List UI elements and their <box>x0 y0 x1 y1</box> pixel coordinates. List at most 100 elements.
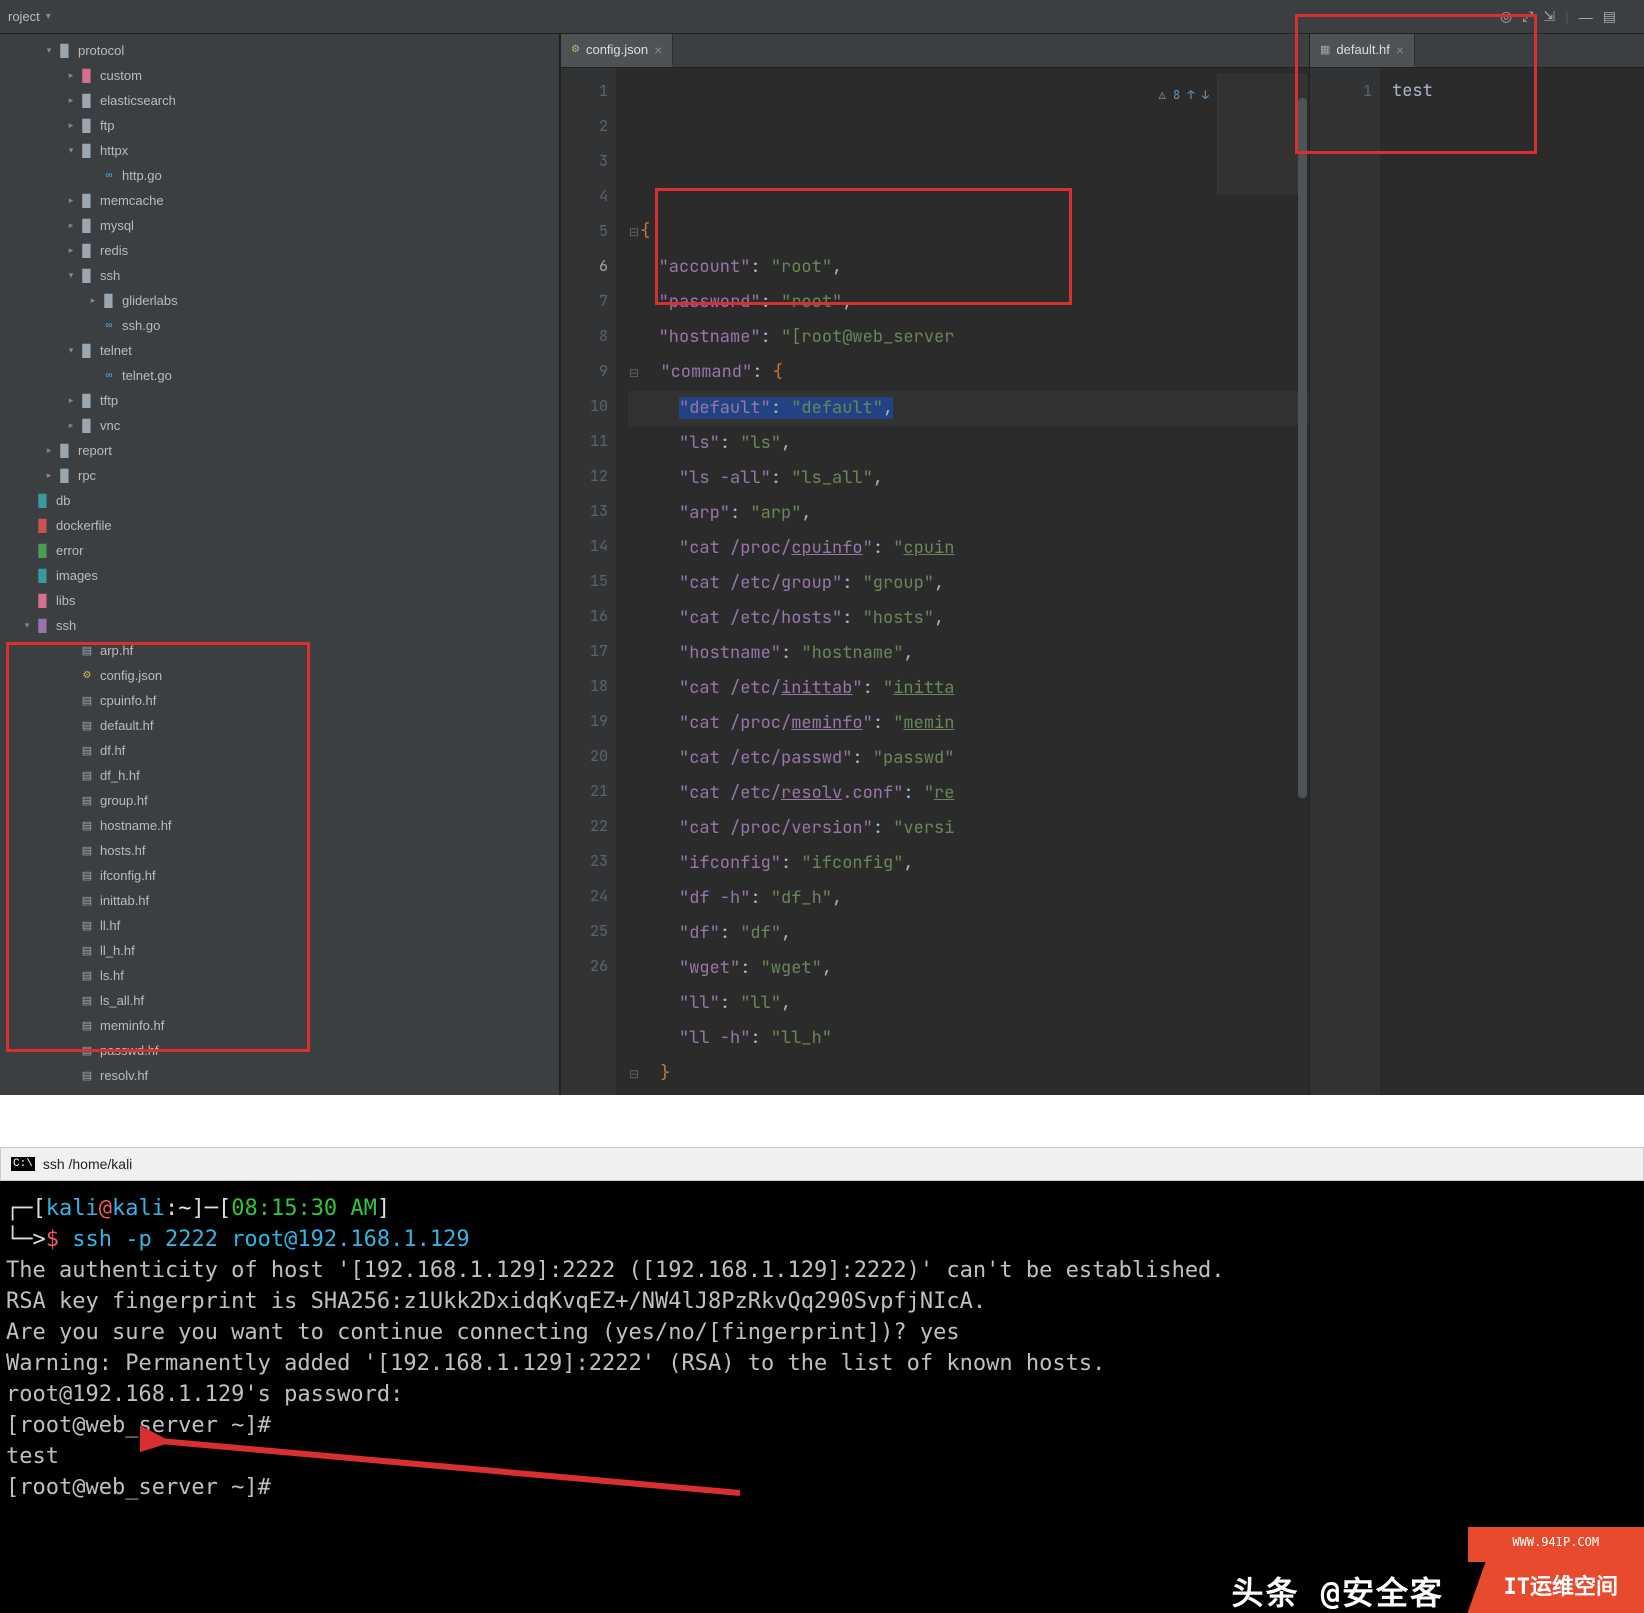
tree-arrow-icon[interactable]: ▾ <box>64 270 78 281</box>
tree-item-hostname-hf[interactable]: ▤hostname.hf <box>0 813 559 838</box>
tree-item-ll-hf[interactable]: ▤ll.hf <box>0 913 559 938</box>
tree-arrow-icon[interactable]: ▸ <box>64 245 78 256</box>
code-left[interactable]: ⚠ 8 ↑ ↓ ⊟{ "account": "root", "password"… <box>616 68 1309 1095</box>
tree-arrow-icon[interactable]: ▸ <box>64 95 78 106</box>
tree-item-db[interactable]: ▉db <box>0 488 559 513</box>
code-line-12[interactable]: "cat /etc/hosts": "hosts", <box>628 601 1309 636</box>
code-right[interactable]: test <box>1380 68 1644 1095</box>
tree-arrow-icon[interactable]: ▸ <box>64 420 78 431</box>
tree-item-passwd-hf[interactable]: ▤passwd.hf <box>0 1038 559 1063</box>
tree-item-tftp[interactable]: ▸▉tftp <box>0 388 559 413</box>
tree-item-df_h-hf[interactable]: ▤df_h.hf <box>0 763 559 788</box>
code-line-9[interactable]: "arp": "arp", <box>628 496 1309 531</box>
code-line-6[interactable]: "default": "default", <box>628 391 1309 426</box>
code-line-2[interactable]: "account": "root", <box>628 250 1309 285</box>
tree-item-group-hf[interactable]: ▤group.hf <box>0 788 559 813</box>
tree-arrow-icon[interactable]: ▸ <box>42 445 56 456</box>
tree-item-ls-hf[interactable]: ▤ls.hf <box>0 963 559 988</box>
tree-arrow-icon[interactable]: ▸ <box>86 295 100 306</box>
close-icon[interactable]: × <box>1396 42 1404 58</box>
code-line-24[interactable]: "ll -h": "ll_h" <box>628 1021 1309 1056</box>
tree-arrow-icon[interactable]: ▾ <box>42 45 56 56</box>
tree-item-meminfo-hf[interactable]: ▤meminfo.hf <box>0 1013 559 1038</box>
tree-item-arp-hf[interactable]: ▤arp.hf <box>0 638 559 663</box>
code-line-13[interactable]: "hostname": "hostname", <box>628 636 1309 671</box>
expand-icon[interactable]: ⤢ <box>1522 8 1533 25</box>
project-dropdown-label[interactable]: roject <box>8 9 40 24</box>
tree-item-dockerfile[interactable]: ▉dockerfile <box>0 513 559 538</box>
tree-item-hosts-hf[interactable]: ▤hosts.hf <box>0 838 559 863</box>
inspection-hint[interactable]: ⚠ 8 ↑ ↓ <box>1159 78 1209 113</box>
code-line-8[interactable]: "ls -all": "ls_all", <box>628 461 1309 496</box>
code-line-22[interactable]: "wget": "wget", <box>628 951 1309 986</box>
scrollbar-thumb[interactable] <box>1298 98 1307 798</box>
tree-arrow-icon[interactable]: ▸ <box>64 120 78 131</box>
tree-item-config-json[interactable]: ⚙config.json <box>0 663 559 688</box>
tree-item-error[interactable]: ▉error <box>0 538 559 563</box>
minimize-icon[interactable]: — <box>1579 9 1593 25</box>
tree-item-mysql[interactable]: ▸▉mysql <box>0 213 559 238</box>
tree-arrow-icon[interactable]: ▸ <box>64 395 78 406</box>
editor-content-left[interactable]: 1234567891011121314151617181920212223242… <box>561 68 1309 1095</box>
tree-item-telnet[interactable]: ▾▉telnet <box>0 338 559 363</box>
code-line-21[interactable]: "df": "df", <box>628 916 1309 951</box>
tree-item-ssh-go[interactable]: ∞ssh.go <box>0 313 559 338</box>
tree-item-redis[interactable]: ▸▉redis <box>0 238 559 263</box>
tree-item-ll_h-hf[interactable]: ▤ll_h.hf <box>0 938 559 963</box>
project-tree[interactable]: ▾▉protocol▸▉custom▸▉elasticsearch▸▉ftp▾▉… <box>0 34 560 1095</box>
code-line-7[interactable]: "ls": "ls", <box>628 426 1309 461</box>
code-line-17[interactable]: "cat /etc/resolv.conf": "re <box>628 776 1309 811</box>
project-dropdown-arrow[interactable]: ▾ <box>46 11 51 22</box>
tree-arrow-icon[interactable]: ▾ <box>64 145 78 156</box>
tree-item-ssh[interactable]: ▾▉ssh <box>0 613 559 638</box>
tree-item-elasticsearch[interactable]: ▸▉elasticsearch <box>0 88 559 113</box>
code-line-5[interactable]: ⊟ "command": { <box>628 355 1309 391</box>
tree-item-httpx[interactable]: ▾▉httpx <box>0 138 559 163</box>
tab-default-hf[interactable]: ▦ default.hf × <box>1310 34 1415 67</box>
tree-arrow-icon[interactable]: ▸ <box>64 70 78 81</box>
minimap[interactable] <box>1217 74 1307 194</box>
hide-icon[interactable]: ▤ <box>1603 8 1616 25</box>
code-line-14[interactable]: "cat /etc/inittab": "initta <box>628 671 1309 706</box>
code-line-1[interactable]: ⊟{ <box>628 214 1309 250</box>
tree-item-libs[interactable]: ▉libs <box>0 588 559 613</box>
code-line-18[interactable]: "cat /proc/version": "versi <box>628 811 1309 846</box>
tree-item-vnc[interactable]: ▸▉vnc <box>0 413 559 438</box>
code-line-4[interactable]: "hostname": "[root@web_server <box>628 320 1309 355</box>
code-line-20[interactable]: "df -h": "df_h", <box>628 881 1309 916</box>
tab-config-json[interactable]: ⚙ config.json × <box>561 34 673 67</box>
tree-item-memcache[interactable]: ▸▉memcache <box>0 188 559 213</box>
tree-item-telnet-go[interactable]: ∞telnet.go <box>0 363 559 388</box>
terminal-body[interactable]: ┌─[kali@kali:~]─[08:15:30 AM]└─>$ ssh -p… <box>0 1181 1644 1613</box>
tree-arrow-icon[interactable]: ▸ <box>64 220 78 231</box>
code-line-26[interactable]: ⊟} <box>628 1092 1309 1095</box>
tree-item-custom[interactable]: ▸▉custom <box>0 63 559 88</box>
tree-item-ftp[interactable]: ▸▉ftp <box>0 113 559 138</box>
collapse-icon[interactable]: ⇲ <box>1543 8 1555 25</box>
tree-item-rpc[interactable]: ▸▉rpc <box>0 463 559 488</box>
tree-arrow-icon[interactable]: ▸ <box>64 195 78 206</box>
code-line-3[interactable]: "password": "root", <box>628 285 1309 320</box>
tree-item-cpuinfo-hf[interactable]: ▤cpuinfo.hf <box>0 688 559 713</box>
tree-item-ls_all-hf[interactable]: ▤ls_all.hf <box>0 988 559 1013</box>
tree-arrow-icon[interactable]: ▾ <box>64 345 78 356</box>
editor-content-right[interactable]: 1 test <box>1310 68 1644 1095</box>
tree-item-images[interactable]: ▉images <box>0 563 559 588</box>
target-icon[interactable]: ◎ <box>1500 8 1512 25</box>
code-line-25[interactable]: ⊟ } <box>628 1056 1309 1092</box>
tree-arrow-icon[interactable]: ▾ <box>20 620 34 631</box>
tree-item-resolv-hf[interactable]: ▤resolv.hf <box>0 1063 559 1088</box>
tree-item-default-hf[interactable]: ▤default.hf <box>0 713 559 738</box>
close-icon[interactable]: × <box>654 42 662 58</box>
tree-item-http-go[interactable]: ∞http.go <box>0 163 559 188</box>
terminal-titlebar[interactable]: C:\ ssh /home/kali <box>0 1147 1644 1181</box>
tree-item-df-hf[interactable]: ▤df.hf <box>0 738 559 763</box>
tree-item-gliderlabs[interactable]: ▸▉gliderlabs <box>0 288 559 313</box>
tree-arrow-icon[interactable]: ▸ <box>42 470 56 481</box>
tree-item-inittab-hf[interactable]: ▤inittab.hf <box>0 888 559 913</box>
code-line-11[interactable]: "cat /etc/group": "group", <box>628 566 1309 601</box>
tree-item-ssh[interactable]: ▾▉ssh <box>0 263 559 288</box>
code-line-19[interactable]: "ifconfig": "ifconfig", <box>628 846 1309 881</box>
code-line-16[interactable]: "cat /etc/passwd": "passwd" <box>628 741 1309 776</box>
tree-item-report[interactable]: ▸▉report <box>0 438 559 463</box>
